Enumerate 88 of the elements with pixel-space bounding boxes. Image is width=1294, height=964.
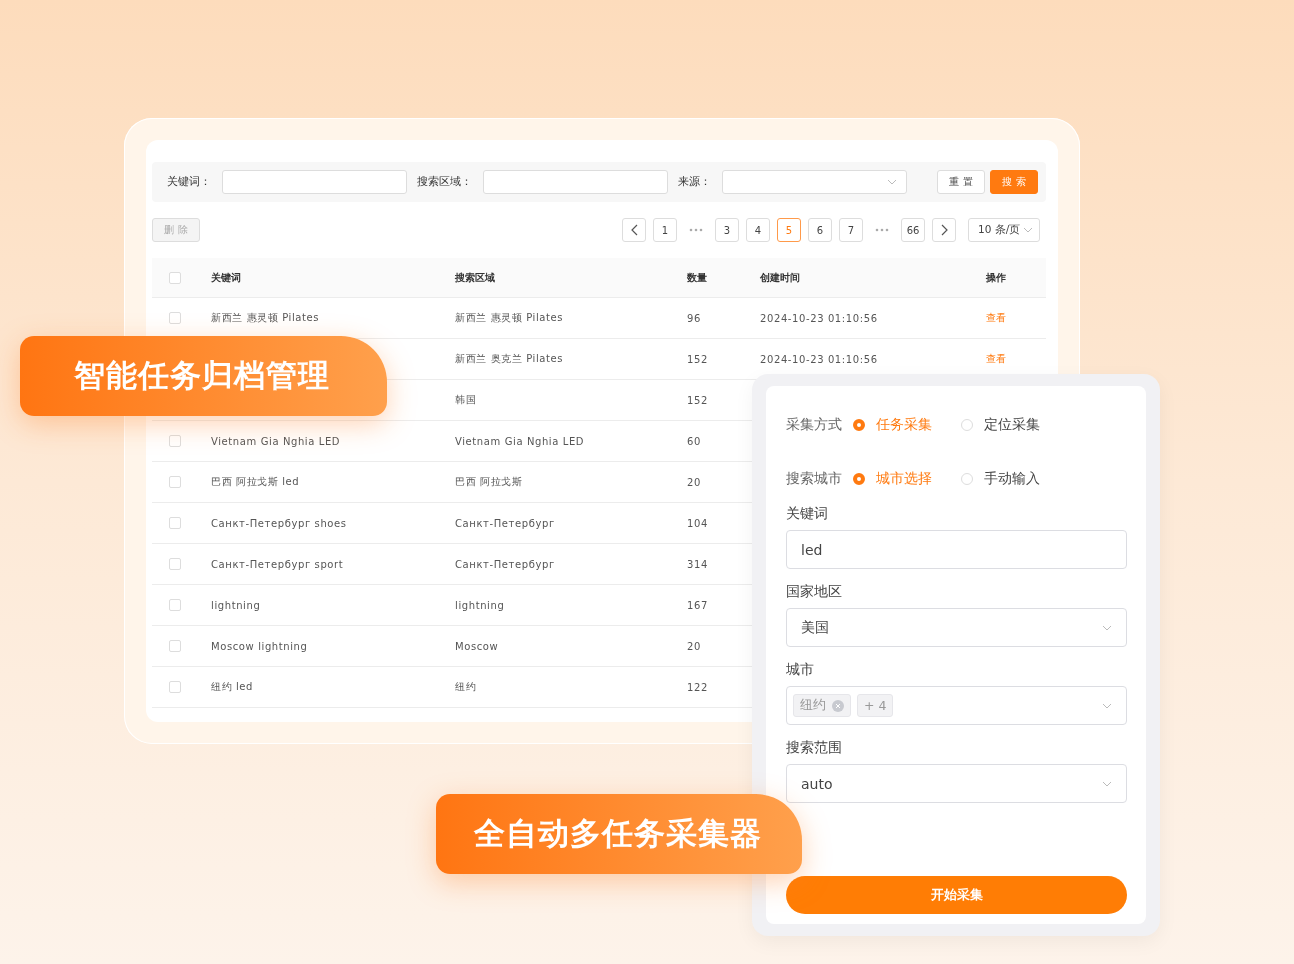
table-cell: 60 (687, 435, 701, 447)
radio-option[interactable]: 定位采集 (961, 416, 1069, 434)
page-size-select[interactable]: 10 条/页 (968, 218, 1040, 242)
filter-select[interactable] (722, 170, 907, 194)
table-cell: 104 (687, 517, 708, 529)
chevron-down-icon (1102, 702, 1112, 709)
chevron-down-icon (1023, 227, 1033, 233)
column-header: 创建时间 (759, 270, 801, 285)
table-cell: 20 (687, 476, 701, 488)
radio-option[interactable]: 手动输入 (961, 470, 1069, 488)
table-cell: 韩国 (455, 393, 477, 407)
table-cell: 新西兰 惠灵顿 Pilates (455, 311, 564, 325)
table-cell: Санкт-Петербург (455, 558, 555, 570)
table-cell: Санкт-Петербург (455, 517, 555, 529)
page-button[interactable]: 4 (746, 218, 770, 242)
table-cell: 314 (687, 558, 708, 570)
field-label: 搜索城市 (786, 470, 843, 488)
checkbox[interactable] (169, 681, 181, 693)
table-cell: Vietnam Gia Nghia LED (455, 435, 585, 447)
table-cell: Санкт-Петербург shoes (211, 517, 347, 529)
checkbox[interactable] (169, 640, 181, 652)
page-button[interactable]: 1 (653, 218, 677, 242)
next-page-button[interactable] (932, 218, 956, 242)
table-cell: 新西兰 奥克兰 Pilates (455, 352, 564, 366)
reset-button[interactable]: 重 置 (937, 170, 985, 194)
checkbox[interactable] (169, 599, 181, 611)
field-label: 城市 (786, 660, 815, 679)
table-cell: 152 (687, 353, 708, 365)
field-label: 关键词 (786, 504, 829, 523)
select-field[interactable]: auto (786, 764, 1127, 803)
table-cell: Санкт-Петербург sport (211, 558, 344, 570)
select-value: 美国 (801, 618, 829, 637)
banner: 智能任务归档管理 (20, 336, 387, 416)
field-label: 采集方式 (786, 416, 843, 434)
table-cell: Vietnam Gia Nghia LED (211, 435, 341, 447)
keyword-input[interactable]: led (786, 530, 1127, 569)
filter-label: 来源： (678, 175, 711, 189)
chevron-down-icon (887, 179, 897, 185)
page-size-value: 10 条/页 (978, 223, 1021, 237)
table-cell: lightning (455, 599, 505, 611)
table-cell: 122 (687, 681, 708, 693)
table-cell: 纽约 led (211, 680, 254, 694)
table-cell: 20 (687, 640, 701, 652)
checkbox[interactable] (169, 435, 181, 447)
chevron-down-icon (1102, 624, 1112, 631)
chevron-down-icon (1102, 780, 1112, 787)
table-cell: 巴西 阿拉戈斯 (455, 475, 523, 489)
page-button[interactable]: 3 (715, 218, 739, 242)
select-value: auto (801, 775, 833, 792)
table-cell: 96 (687, 312, 701, 324)
more-icon (875, 228, 889, 232)
banner: 全自动多任务采集器 (436, 794, 802, 874)
checkbox[interactable] (169, 558, 181, 570)
checkbox[interactable] (169, 312, 181, 324)
close-icon (832, 699, 844, 712)
table-cell: 巴西 阿拉戈斯 led (211, 475, 300, 489)
column-header: 搜索区域 (454, 270, 496, 285)
column-header: 操作 (985, 270, 1007, 285)
tag: 纽约 (793, 694, 851, 717)
checkbox[interactable] (169, 271, 181, 284)
table-cell: 纽约 (455, 680, 477, 694)
column-header: 数量 (686, 270, 708, 285)
table-cell: lightning (211, 599, 261, 611)
checkbox[interactable] (169, 517, 181, 529)
page-button[interactable]: 66 (901, 218, 925, 242)
table-cell: 2024-10-23 01:10:56 (760, 312, 878, 324)
tag: + 4 (857, 694, 894, 717)
filter-input[interactable] (483, 170, 668, 194)
page-button[interactable]: 7 (839, 218, 863, 242)
table-cell: Moscow lightning (211, 640, 308, 652)
field-label: 国家地区 (786, 582, 843, 601)
more-icon (689, 228, 703, 232)
filter-input[interactable] (222, 170, 407, 194)
chevron-left-icon (630, 224, 638, 236)
table-cell: 152 (687, 394, 708, 406)
column-header: 关键词 (210, 270, 242, 285)
field-label: 搜索范围 (786, 738, 843, 757)
select-field[interactable]: 美国 (786, 608, 1127, 647)
table-cell: 新西兰 惠灵顿 Pilates (211, 311, 320, 325)
table-cell: Moscow (455, 640, 499, 652)
chevron-right-icon (940, 224, 948, 236)
filter-label: 关键词： (167, 175, 211, 189)
table-cell: 167 (687, 599, 708, 611)
table-cell: 2024-10-23 01:10:56 (760, 353, 878, 365)
checkbox[interactable] (169, 476, 181, 488)
filter-label: 搜索区域： (417, 175, 472, 189)
previous-page-button[interactable] (622, 218, 646, 242)
page-button[interactable]: 6 (808, 218, 832, 242)
